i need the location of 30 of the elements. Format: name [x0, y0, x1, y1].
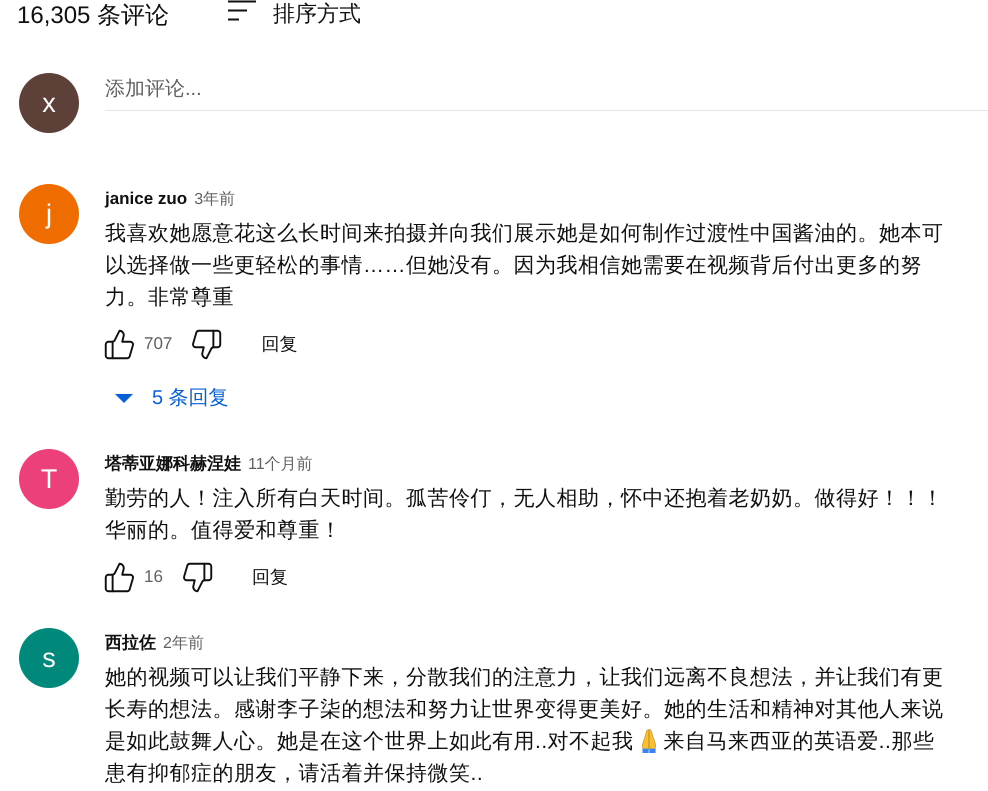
comment-time[interactable]: 2年前	[163, 632, 204, 656]
avatar: s	[19, 628, 79, 688]
comment-input[interactable]: 添加评论...	[105, 73, 988, 111]
folded-hands-icon	[640, 729, 657, 753]
author-name[interactable]: 塔蒂亚娜科赫涅娃	[105, 452, 241, 476]
comment-time[interactable]: 11个月前	[248, 453, 313, 477]
avatar: j	[19, 184, 79, 244]
comment-text: 勤劳的人！注入所有白天时间。孤苦伶仃，无人相助，怀中还抱着老奶奶。做得好！！！华丽的。值得爱和尊重！	[105, 486, 944, 544]
thumbs-down-icon	[190, 328, 224, 360]
thumbs-up-icon	[103, 560, 136, 594]
like-button[interactable]: 707	[103, 328, 172, 360]
author-name[interactable]: janice zuo	[105, 187, 188, 211]
reply-button[interactable]: 回复	[252, 564, 288, 590]
author-name[interactable]: 西拉佐	[105, 631, 156, 655]
dislike-button[interactable]	[180, 560, 214, 594]
caret-down-icon	[115, 394, 133, 402]
replies-toggle[interactable]: 5 条回复	[115, 383, 229, 413]
sort-icon	[228, 0, 256, 21]
sort-button[interactable]: 排序方式	[228, 0, 361, 28]
thumbs-down-icon	[180, 560, 214, 594]
comment-text: 我喜欢她愿意花这么长时间来拍摄并向我们展示她是如何制作过渡性中国酱油的。她本可以选择做一些更轻松的事情……但她没有。因为我相信她需要在视频背后付出更多的努力。非常尊重	[105, 221, 944, 311]
comment-time[interactable]: 3年前	[194, 188, 236, 212]
like-button[interactable]: 16	[103, 560, 163, 594]
thumbs-up-icon	[103, 328, 136, 360]
avatar: x	[19, 73, 79, 133]
comment-text: 她的视频可以让我们平静下来，分散我们的注意力，让我们远离不良想法，并让我们有更长寿的想法。感谢李子柒的想法和努力让世界变得更美好。她的生活和精神对其他人来说是如此鼓舞人心。她是在这个世界上如此有用..对不起我 来自马来西亚的英语爱..那些患有抑郁症的朋友，请活着并保持微笑..	[105, 665, 944, 787]
dislike-button[interactable]	[190, 328, 224, 360]
reply-button[interactable]: 回复	[261, 330, 298, 358]
avatar: T	[19, 449, 79, 509]
comment-count: 16,305 条评论	[17, 2, 170, 29]
